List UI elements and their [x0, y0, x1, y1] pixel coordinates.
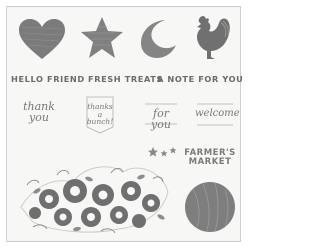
for-you-stamp: for you [143, 101, 179, 131]
welcome-text: welcome [195, 108, 240, 119]
farmers-market-stamp: FARMER'S MARKET [183, 143, 237, 239]
thanks-a-bunch-text: thanks a bunch! [86, 102, 114, 126]
thank-you-text: thank you [23, 100, 55, 124]
fresh-treats-stamp: FRESH TREATS [88, 74, 163, 84]
a-note-for-you-stamp: A NOTE FOR YOU [157, 74, 244, 84]
farmers-market-title: FARMER'S MARKET [183, 148, 237, 168]
moon-icon [141, 20, 176, 58]
market-line: MARKET [188, 157, 232, 168]
hello-friend-stamp: HELLO FRIEND [11, 74, 85, 84]
for-you-text: for you [151, 107, 171, 131]
thanks-a-bunch-stamp: thanks a bunch! [81, 95, 119, 135]
star-icon [81, 17, 123, 58]
stamp-sheet: HELLO FRIEND FRESH TREATS A NOTE FOR YOU… [6, 6, 244, 242]
wood-circle-icon [185, 182, 235, 233]
welcome-stamp: welcome [195, 101, 240, 129]
thank-you-stamp: thank you [21, 97, 57, 131]
heart-icon [19, 19, 65, 59]
rooster-icon [197, 16, 230, 59]
floral-bouquet-icon [20, 166, 169, 234]
